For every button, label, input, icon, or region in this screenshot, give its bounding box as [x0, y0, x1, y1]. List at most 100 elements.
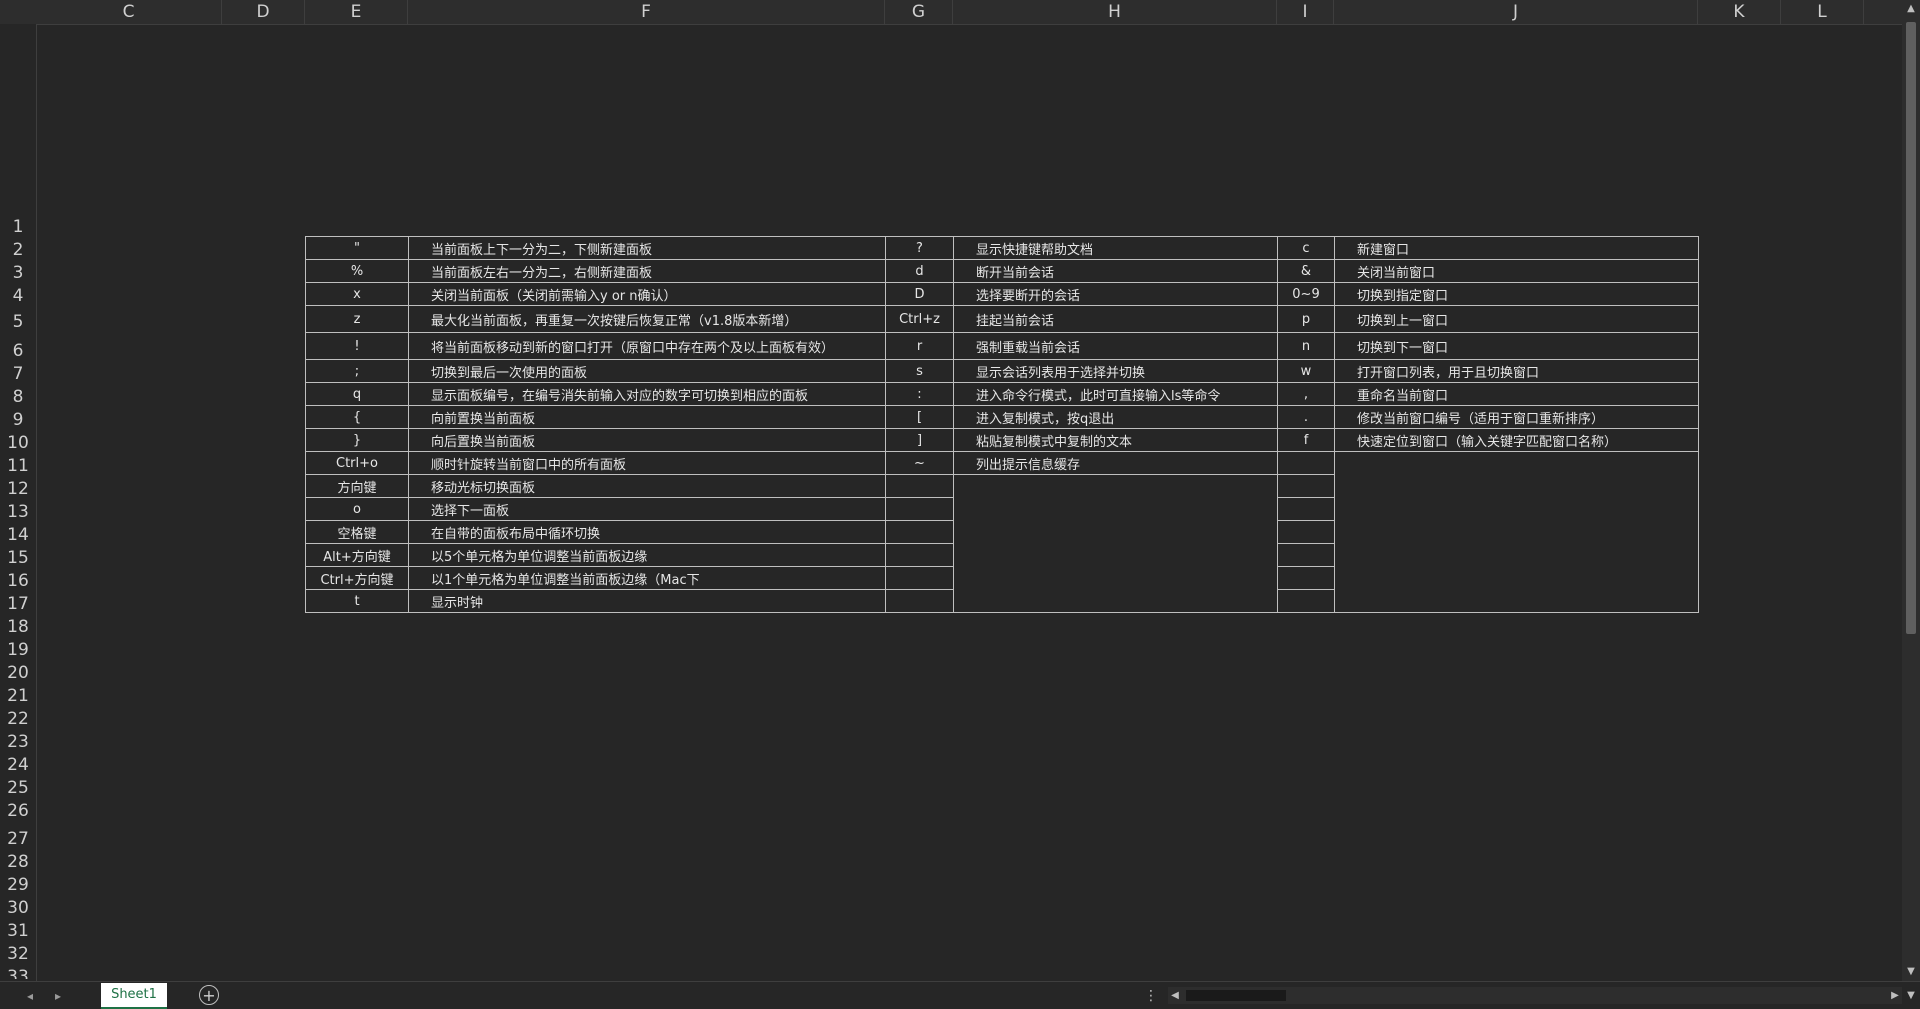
row-header[interactable]: 16	[0, 571, 36, 591]
table-cell[interactable]: ~	[885, 451, 954, 475]
table-cell[interactable]	[1277, 589, 1335, 613]
row-header[interactable]: 6	[0, 341, 36, 361]
row-header[interactable]: 2	[0, 240, 36, 260]
row-header[interactable]: 7	[0, 364, 36, 384]
horizontal-scrollbar[interactable]: ◀ ▶	[1168, 987, 1902, 1004]
table-cell[interactable]	[1277, 543, 1335, 567]
table-cell[interactable]: 切换到下一窗口	[1334, 332, 1699, 360]
table-cell[interactable]: Ctrl+方向键	[305, 566, 409, 590]
column-header-i[interactable]: I	[1277, 0, 1334, 24]
table-cell[interactable]: Alt+方向键	[305, 543, 409, 567]
table-cell[interactable]: p	[1277, 305, 1335, 333]
table-cell[interactable]: 最大化当前面板，再重复一次按键后恢复正常（v1.8版本新增）	[408, 305, 886, 333]
table-cell[interactable]: 切换到最后一次使用的面板	[408, 359, 886, 383]
table-cell[interactable]: 重命名当前窗口	[1334, 382, 1699, 406]
table-cell[interactable]: ;	[305, 359, 409, 383]
table-cell[interactable]: Ctrl+o	[305, 451, 409, 475]
chevron-left-icon[interactable]: ◂	[17, 982, 43, 1009]
table-cell[interactable]: 修改当前窗口编号（适用于窗口重新排序）	[1334, 405, 1699, 429]
table-cell[interactable]: 显示会话列表用于选择并切换	[953, 359, 1278, 383]
table-cell[interactable]	[1277, 497, 1335, 521]
table-cell[interactable]: 方向键	[305, 474, 409, 498]
table-cell[interactable]	[1334, 497, 1699, 521]
table-cell[interactable]: 强制重载当前会话	[953, 332, 1278, 360]
table-cell[interactable]: 断开当前会话	[953, 259, 1278, 283]
table-cell[interactable]: 进入命令行模式，此时可直接输入ls等命令	[953, 382, 1278, 406]
table-cell[interactable]: r	[885, 332, 954, 360]
row-header[interactable]: 11	[0, 456, 36, 476]
table-cell[interactable]: c	[1277, 236, 1335, 260]
table-cell[interactable]: &	[1277, 259, 1335, 283]
row-header[interactable]: 24	[0, 755, 36, 775]
row-header[interactable]: 12	[0, 479, 36, 499]
table-cell[interactable]: s	[885, 359, 954, 383]
table-cell[interactable]: 以5个单元格为单位调整当前面板边缘	[408, 543, 886, 567]
column-header-k[interactable]: K	[1698, 0, 1781, 24]
row-header[interactable]: 17	[0, 594, 36, 614]
table-cell[interactable]: 列出提示信息缓存	[953, 451, 1278, 475]
row-header[interactable]: 29	[0, 875, 36, 895]
table-cell[interactable]	[1277, 520, 1335, 544]
table-cell[interactable]: 显示时钟	[408, 589, 886, 613]
scroll-left-icon[interactable]: ◀	[1168, 987, 1182, 1004]
scroll-up-icon[interactable]: ▲	[1902, 0, 1920, 18]
column-header-f[interactable]: F	[408, 0, 885, 24]
table-cell[interactable]: o	[305, 497, 409, 521]
row-header[interactable]: 23	[0, 732, 36, 752]
column-header-j[interactable]: J	[1334, 0, 1698, 24]
table-cell[interactable]	[1277, 451, 1335, 475]
table-cell[interactable]: {	[305, 405, 409, 429]
table-cell[interactable]: n	[1277, 332, 1335, 360]
table-cell[interactable]: Ctrl+z	[885, 305, 954, 333]
row-header[interactable]: 31	[0, 921, 36, 941]
table-cell[interactable]: 选择下一面板	[408, 497, 886, 521]
table-cell[interactable]: 切换到指定窗口	[1334, 282, 1699, 306]
table-cell[interactable]	[885, 474, 954, 498]
column-header-c[interactable]: C	[36, 0, 222, 24]
column-header-l[interactable]: L	[1781, 0, 1864, 24]
table-cell[interactable]	[953, 543, 1278, 567]
table-cell[interactable]: t	[305, 589, 409, 613]
column-header-e[interactable]: E	[305, 0, 408, 24]
vertical-scrollbar[interactable]: ▲ ▼	[1902, 0, 1920, 981]
row-header[interactable]: 18	[0, 617, 36, 637]
table-cell[interactable]: d	[885, 259, 954, 283]
row-header[interactable]: 15	[0, 548, 36, 568]
row-header[interactable]: 1	[0, 217, 36, 237]
row-header[interactable]: 32	[0, 944, 36, 964]
table-cell[interactable]: 挂起当前会话	[953, 305, 1278, 333]
row-header[interactable]: 26	[0, 801, 36, 821]
table-cell[interactable]	[953, 520, 1278, 544]
plus-circle-icon[interactable]: +	[199, 985, 219, 1005]
row-header[interactable]: 21	[0, 686, 36, 706]
table-cell[interactable]: 将当前面板移动到新的窗口打开（原窗口中存在两个及以上面板有效）	[408, 332, 886, 360]
table-cell[interactable]: 关闭当前面板（关闭前需输入y or n确认）	[408, 282, 886, 306]
table-cell[interactable]: }	[305, 428, 409, 452]
table-cell[interactable]	[953, 589, 1278, 613]
table-cell[interactable]: 顺时针旋转当前窗口中的所有面板	[408, 451, 886, 475]
row-header[interactable]: 10	[0, 433, 36, 453]
scroll-down-icon[interactable]: ▼	[1902, 963, 1920, 981]
row-header[interactable]: 20	[0, 663, 36, 683]
table-cell[interactable]: [	[885, 405, 954, 429]
table-cell[interactable]: !	[305, 332, 409, 360]
row-header[interactable]: 5	[0, 312, 36, 332]
table-cell[interactable]: 关闭当前窗口	[1334, 259, 1699, 283]
table-cell[interactable]	[953, 566, 1278, 590]
column-header-d[interactable]: D	[222, 0, 305, 24]
table-cell[interactable]	[1334, 474, 1699, 498]
table-cell[interactable]: 选择要断开的会话	[953, 282, 1278, 306]
vertical-dots-icon[interactable]: ⋮	[1144, 982, 1158, 1009]
table-cell[interactable]: 打开窗口列表，用于且切换窗口	[1334, 359, 1699, 383]
table-cell[interactable]: f	[1277, 428, 1335, 452]
row-header[interactable]: 9	[0, 410, 36, 430]
table-cell[interactable]	[1334, 451, 1699, 475]
table-cell[interactable]	[953, 497, 1278, 521]
table-cell[interactable]: 以1个单元格为单位调整当前面板边缘（Mac下	[408, 566, 886, 590]
sheet-tab-sheet1[interactable]: Sheet1	[101, 983, 167, 1009]
table-cell[interactable]: 移动光标切换面板	[408, 474, 886, 498]
scroll-down-icon[interactable]: ▼	[1902, 982, 1920, 1009]
table-cell[interactable]: 当前面板左右一分为二，右侧新建面板	[408, 259, 886, 283]
table-cell[interactable]	[1334, 543, 1699, 567]
row-header[interactable]: 30	[0, 898, 36, 918]
